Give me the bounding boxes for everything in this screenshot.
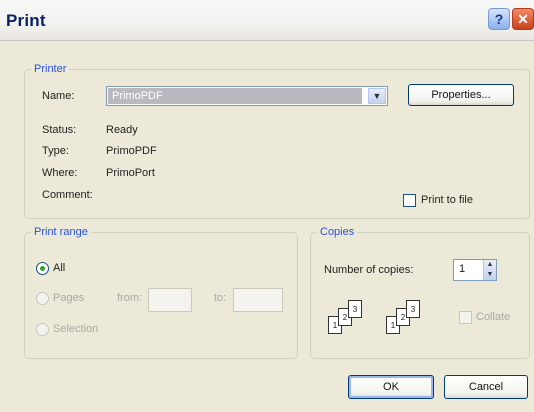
- to-input[interactable]: [233, 288, 283, 312]
- print-range-legend: Print range: [34, 226, 88, 238]
- chevron-down-icon[interactable]: ▼: [368, 88, 386, 104]
- help-icon[interactable]: ?: [488, 8, 510, 30]
- cancel-button[interactable]: Cancel: [444, 375, 528, 399]
- all-label: All: [53, 262, 66, 274]
- window-title: Print: [6, 11, 46, 30]
- collate-label: Collate: [476, 311, 511, 323]
- selection-label: Selection: [53, 323, 99, 335]
- collate-pages-icon: 1 2 3: [328, 300, 388, 340]
- name-label: Name:: [42, 90, 75, 102]
- collate-pages-icon-2: 1 2 3: [386, 300, 446, 340]
- ok-button[interactable]: OK: [348, 375, 434, 399]
- from-input[interactable]: [148, 288, 192, 312]
- type-label: Type:: [42, 145, 69, 157]
- type-value: PrimoPDF: [106, 145, 157, 157]
- all-radio[interactable]: [36, 262, 49, 275]
- copies-stepper[interactable]: 1 ▲ ▼: [453, 259, 497, 281]
- pages-label: Pages: [53, 292, 85, 304]
- status-value: Ready: [106, 124, 138, 136]
- printer-name-select[interactable]: PrimoPDF ▼: [106, 86, 388, 106]
- where-label: Where:: [42, 167, 78, 179]
- status-label: Status:: [42, 124, 77, 136]
- collate-checkbox[interactable]: [459, 311, 472, 324]
- copies-legend: Copies: [320, 226, 355, 238]
- number-of-copies-label: Number of copies:: [324, 264, 414, 276]
- pages-radio[interactable]: [36, 292, 49, 305]
- printer-name-value: PrimoPDF: [108, 88, 362, 104]
- where-value: PrimoPort: [106, 167, 155, 179]
- to-label: to:: [214, 292, 227, 304]
- copies-value: 1: [459, 263, 466, 275]
- title-bar: Print ? ✕: [0, 0, 534, 41]
- comment-label: Comment:: [42, 189, 93, 201]
- spin-arrows-icon[interactable]: ▲ ▼: [483, 260, 496, 280]
- properties-button[interactable]: Properties...: [408, 84, 514, 106]
- print-to-file-label: Print to file: [421, 194, 473, 206]
- printer-legend: Printer: [34, 63, 67, 75]
- from-label: from:: [117, 292, 143, 304]
- selection-radio[interactable]: [36, 323, 49, 336]
- close-icon[interactable]: ✕: [512, 8, 534, 30]
- print-to-file-checkbox[interactable]: [403, 194, 416, 207]
